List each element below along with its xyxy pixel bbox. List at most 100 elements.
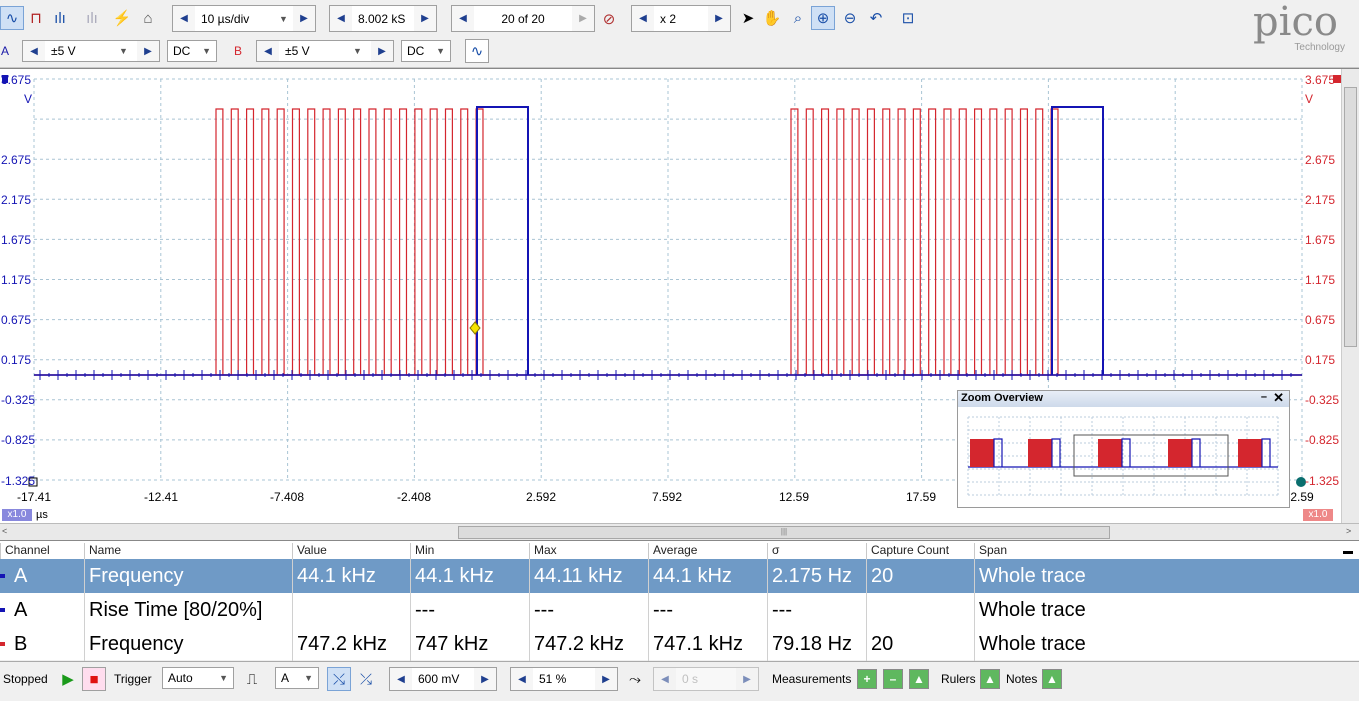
logo-text: pico <box>1253 0 1338 45</box>
threshold-control[interactable]: ◀ 600 mV ▶ <box>389 667 497 691</box>
stop-icon[interactable]: ■ <box>82 667 106 691</box>
compass-icon[interactable]: ⊘ <box>597 7 621 31</box>
scroll-right-icon[interactable]: > <box>1346 526 1351 536</box>
zoom-overview-panel[interactable]: Zoom Overview – ✕ <box>957 390 1290 508</box>
spectrum-mode-icon[interactable]: ılı <box>48 6 72 30</box>
trigger-marker-icon[interactable] <box>469 321 481 335</box>
buffer-next-icon[interactable]: ▶ <box>572 6 594 31</box>
delay-next-icon[interactable]: ▶ <box>736 668 758 690</box>
trigger-edge-icon[interactable]: ⎍ <box>240 667 264 691</box>
buffer-prev-icon[interactable]: ◀ <box>452 6 474 31</box>
rulers-icon[interactable]: ▲ <box>980 669 1000 689</box>
zoom-factor-field[interactable]: x 2 <box>654 6 708 31</box>
channel-a-range[interactable]: ◀ ±5 V ▼ ▶ <box>22 40 160 62</box>
table-cell-sigma: 79.18 Hz <box>767 627 866 661</box>
close-icon[interactable]: ✕ <box>1273 390 1284 406</box>
x-unit-label: µs <box>36 509 48 521</box>
timebase-select[interactable]: 10 µs/div <box>195 6 279 31</box>
timebase-next-icon[interactable]: ▶ <box>293 6 315 31</box>
delete-measurement-icon[interactable]: ▲ <box>909 669 929 689</box>
horizontal-scrollbar[interactable]: < ||| > <box>0 523 1359 540</box>
samples-next-icon[interactable]: ▶ <box>414 6 436 31</box>
channel-b-range-value: ±5 V <box>285 44 310 58</box>
x-tick: 17.59 <box>905 490 937 504</box>
channel-color-marker <box>0 642 5 646</box>
zoom-to-fit-icon[interactable]: ⊡ <box>896 6 920 30</box>
vertical-scrollbar[interactable] <box>1341 69 1359 524</box>
rising-edge-icon[interactable]: ⤯ <box>327 667 351 691</box>
falling-edge-icon[interactable]: ⤰ <box>354 667 378 691</box>
samples-field[interactable]: 8.002 kS <box>352 6 414 31</box>
spectrum-persist-icon[interactable]: ılı <box>80 6 104 30</box>
trigger-channel-select[interactable]: A ▼ <box>275 667 319 689</box>
channel-b-range[interactable]: ◀ ±5 V ▼ ▶ <box>256 40 394 62</box>
horizontal-scroll-thumb[interactable]: ||| <box>458 526 1110 539</box>
table-cell-avg: 44.1 kHz <box>648 559 767 593</box>
post-trigger-icon[interactable]: ⤳ <box>623 667 647 691</box>
pretrigger-next-icon[interactable]: ▶ <box>595 668 617 690</box>
buffer-navigator[interactable]: ◀ 20 of 20 ▶ <box>451 5 595 32</box>
chevron-down-icon[interactable]: ▼ <box>279 14 293 24</box>
start-icon[interactable]: ▶ <box>56 667 80 691</box>
vertical-scroll-thumb[interactable] <box>1344 87 1357 347</box>
delay-field[interactable]: 0 s <box>676 668 736 690</box>
y-tick-left: 2.675 <box>1 153 32 167</box>
math-channel-icon[interactable]: ∿ <box>465 39 489 63</box>
channel-b-range-prev-icon[interactable]: ◀ <box>257 41 279 61</box>
timebase-prev-icon[interactable]: ◀ <box>173 6 195 31</box>
zoom-overview-graph[interactable] <box>958 407 1289 507</box>
samples-prev-icon[interactable]: ◀ <box>330 6 352 31</box>
auto-setup-icon[interactable]: ⚡ <box>110 6 134 30</box>
minimize-icon[interactable]: – <box>1261 391 1267 403</box>
table-row[interactable]: B Frequency 747.2 kHz 747 kHz 747.2 kHz 747.1… <box>0 627 1359 661</box>
zoom-factor-prev-icon[interactable]: ◀ <box>632 6 654 31</box>
chevron-down-icon: ▼ <box>304 673 313 683</box>
scope-mode-icon[interactable]: ∿ <box>0 6 24 30</box>
samples-control[interactable]: ◀ 8.002 kS ▶ <box>329 5 437 32</box>
delay-prev-icon[interactable]: ◀ <box>654 668 676 690</box>
y-tick-left: -0.825 <box>1 433 36 447</box>
zoom-in-icon[interactable]: ⊕ <box>811 6 835 30</box>
zoom-factor-next-icon[interactable]: ▶ <box>708 6 730 31</box>
threshold-field[interactable]: 600 mV <box>412 668 474 690</box>
chevron-down-icon[interactable]: ▼ <box>353 46 371 56</box>
edit-measurement-icon[interactable]: – <box>883 669 903 689</box>
zoom-factor-control[interactable]: ◀ x 2 ▶ <box>631 5 731 32</box>
pretrigger-control[interactable]: ◀ 51 % ▶ <box>510 667 618 691</box>
undo-zoom-icon[interactable]: ↶ <box>864 6 888 30</box>
timebase-control[interactable]: ◀ 10 µs/div ▼ ▶ <box>172 5 316 32</box>
y-tick-right: 1.175 <box>1305 273 1336 287</box>
pointer-tool-icon[interactable]: ➤ <box>736 6 760 30</box>
trigger-mode-select[interactable]: Auto ▼ <box>162 667 234 689</box>
zoom-out-icon[interactable]: ⊖ <box>838 6 862 30</box>
table-cell-value: 747.2 kHz <box>292 627 410 661</box>
x-zoom-right-badge[interactable]: x1.0 <box>1303 509 1333 521</box>
chevron-down-icon[interactable]: ▼ <box>119 46 137 56</box>
default-setup-icon[interactable]: ⌂ <box>136 6 160 30</box>
channel-b-coupling[interactable]: DC ▼ <box>401 40 451 62</box>
x-zoom-left-badge[interactable]: x1.0 <box>2 509 32 521</box>
channel-a-range-next-icon[interactable]: ▶ <box>137 41 159 61</box>
pretrigger-field[interactable]: 51 % <box>533 668 595 690</box>
threshold-next-icon[interactable]: ▶ <box>474 668 496 690</box>
channel-color-marker <box>0 574 5 578</box>
x-tick: -2.408 <box>396 490 432 504</box>
buffer-field[interactable]: 20 of 20 <box>474 6 572 31</box>
threshold-prev-icon[interactable]: ◀ <box>390 668 412 690</box>
scroll-left-icon[interactable]: < <box>2 526 7 536</box>
table-collapse-icon[interactable]: ▬ <box>1343 546 1353 557</box>
scope-view[interactable]: V V V 3.675 2.675 2.175 1.675 1.175 0.675 0.17… <box>0 68 1359 524</box>
hand-tool-icon[interactable]: ✋ <box>760 6 784 30</box>
persistence-mode-icon[interactable]: ⊓ <box>24 6 48 30</box>
pretrigger-prev-icon[interactable]: ◀ <box>511 668 533 690</box>
zoom-tool-icon[interactable]: ⌕ <box>786 6 810 30</box>
channel-b-range-next-icon[interactable]: ▶ <box>371 41 393 61</box>
table-row[interactable]: A Frequency 44.1 kHz 44.1 kHz 44.11 kHz 44.1 … <box>0 559 1359 593</box>
delay-control[interactable]: ◀ 0 s ▶ <box>653 667 759 691</box>
pico-logo: pico Technology <box>1238 2 1353 64</box>
table-row[interactable]: A Rise Time [80/20%] --- --- --- --- Whole tra… <box>0 593 1359 627</box>
notes-icon[interactable]: ▲ <box>1042 669 1062 689</box>
channel-a-range-prev-icon[interactable]: ◀ <box>23 41 45 61</box>
add-measurement-icon[interactable]: + <box>857 669 877 689</box>
channel-a-coupling[interactable]: DC ▼ <box>167 40 217 62</box>
